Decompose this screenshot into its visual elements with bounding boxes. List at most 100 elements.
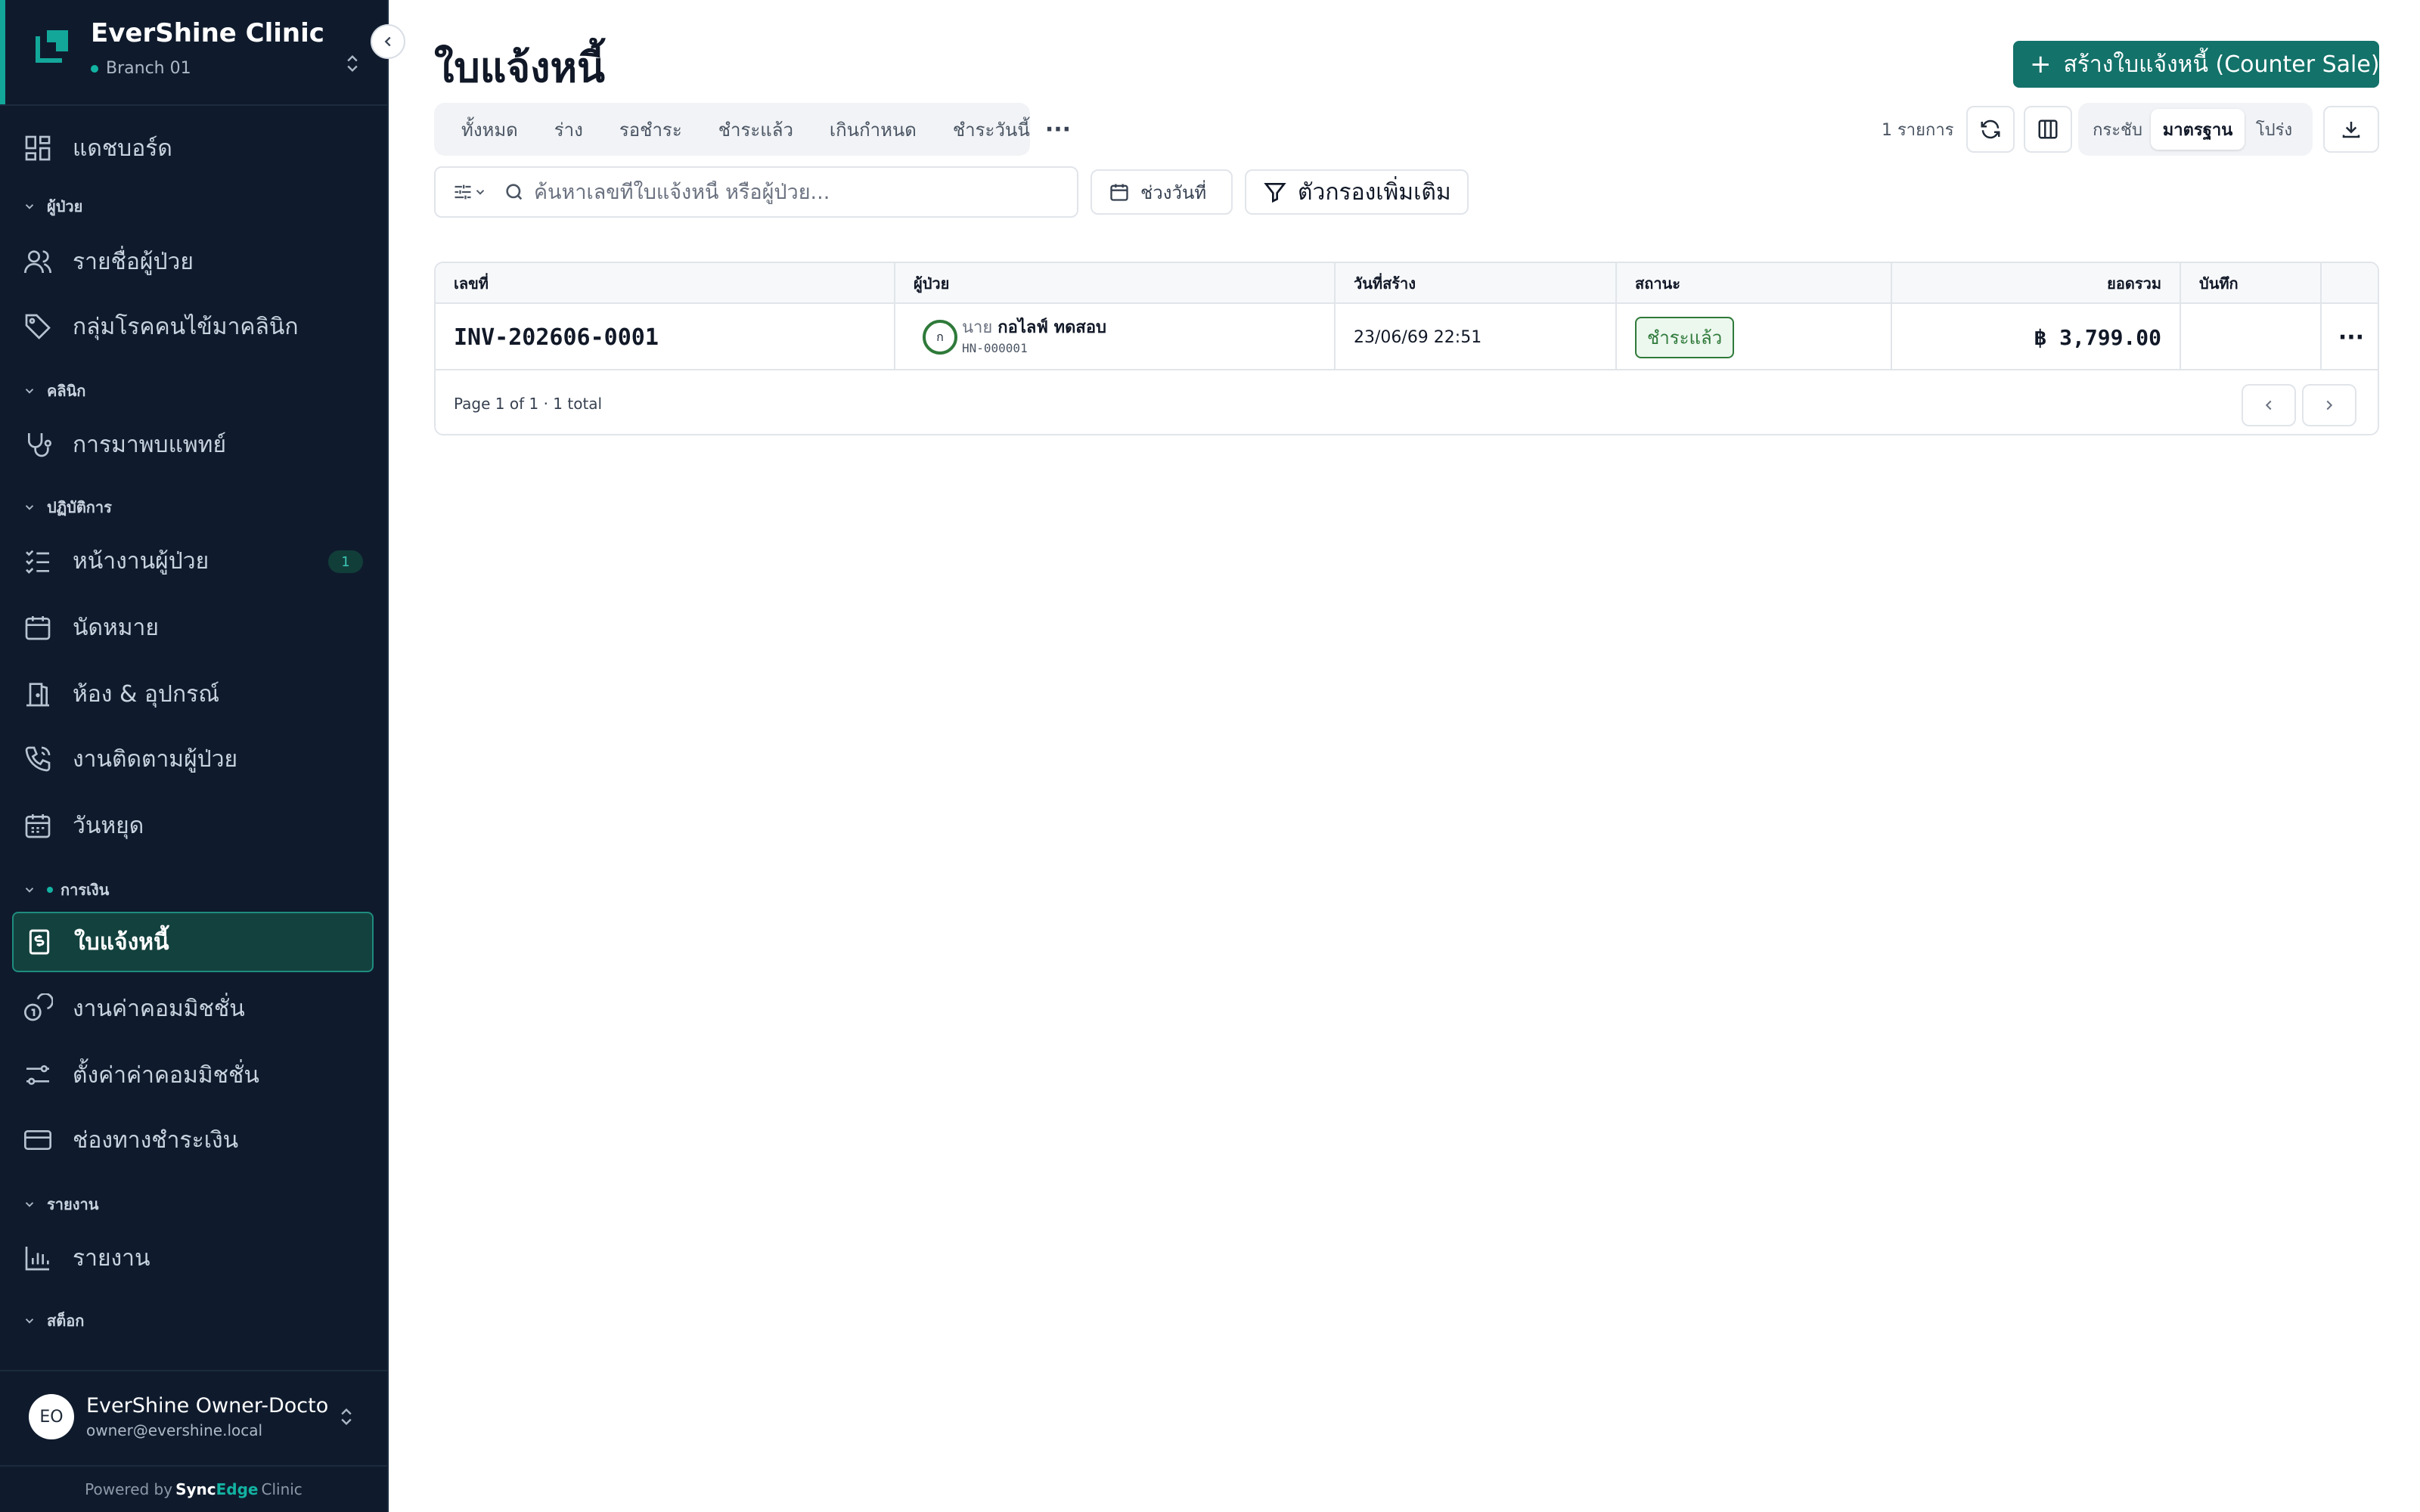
collapse-sidebar-button[interactable] [371, 24, 405, 59]
phone-icon [25, 746, 51, 772]
date-range-label: ช่วงวันที่ [1140, 181, 1207, 203]
invoice-number[interactable]: INV-202606-0001 [454, 324, 659, 351]
search-icon [506, 184, 523, 200]
brand-header[interactable]: EverShine Clinic Branch 01 [0, 0, 387, 106]
patient-hn: HN-000001 [962, 341, 1028, 356]
col-created[interactable]: วันที่สร้าง [1336, 263, 1617, 304]
branch-name: Branch 01 [106, 59, 191, 78]
sidebar-item-label: หน้างานผู้ป่วย [73, 547, 209, 575]
chevrons-up-down-icon[interactable] [342, 53, 363, 74]
refresh-button[interactable] [1966, 106, 2015, 153]
tab-paid-today[interactable]: ชำระวันนี้ [935, 110, 1048, 148]
status-badge: ชำระแล้ว [1635, 316, 1735, 358]
section-label: ปฏิบัติการ [47, 498, 112, 516]
page-title: ใบแจ้งหนี้ [434, 44, 605, 91]
powered-brand-edge: Edge [216, 1480, 259, 1498]
sidebar-item-label: งานค่าคอมมิชชั่น [73, 995, 245, 1022]
sidebar-item-patient-list[interactable]: รายชื่อผู้ป่วย [12, 231, 374, 292]
cell-note [2181, 304, 2322, 370]
next-page-button[interactable] [2302, 384, 2356, 426]
date-range-button[interactable]: ช่วงวันที่ [1091, 169, 1233, 215]
sidebar-item-label: แดชบอร์ด [73, 135, 172, 162]
columns-icon [2038, 119, 2058, 139]
user-email: owner@evershine.local [86, 1421, 263, 1439]
more-filters-button[interactable]: ตัวกรองเพิ่มเติม [1245, 169, 1469, 215]
cell-total: ฿ 3,799.00 [1892, 304, 2181, 370]
users-icon [24, 250, 51, 274]
section-label: การเงิน [60, 881, 110, 899]
search-input[interactable] [534, 180, 1063, 204]
columns-button[interactable] [2024, 106, 2072, 153]
sidebar-item-payment-channels[interactable]: ช่องทางชำระเงิน [12, 1110, 374, 1170]
col-invoice-no[interactable]: เลขที่ [436, 263, 895, 304]
density-compact[interactable]: กระชับ [2084, 109, 2151, 150]
patient-name: กอไลฟ์ ทดสอบ [997, 318, 1107, 338]
section-operations[interactable]: ปฏิบัติการ [23, 496, 112, 519]
section-label: คลินิก [47, 382, 86, 400]
sidebar-item-holidays[interactable]: วันหยุด [12, 795, 374, 856]
refresh-icon [1981, 119, 2000, 139]
sidebar: EverShine Clinic Branch 01 แดชบอร์ด ผู้ป… [0, 0, 389, 1512]
tab-paid[interactable]: ชำระแล้ว [700, 110, 811, 148]
sidebar-item-label: ช่องทางชำระเงิน [73, 1126, 239, 1154]
sidebar-item-rooms-equipment[interactable]: ห้อง & อุปกรณ์ [12, 664, 374, 724]
sidebar-item-commission-settings[interactable]: ตั้งค่าค่าคอมมิชชั่น [12, 1045, 374, 1105]
sidebar-item-doctor-visits[interactable]: การมาพบแพทย์ [12, 414, 374, 475]
cell-invoice-no[interactable]: INV-202606-0001 [436, 304, 895, 370]
more-tabs-button[interactable]: ··· [1042, 113, 1074, 145]
sidebar-item-reports[interactable]: รายงาน [12, 1228, 374, 1288]
section-patients[interactable]: ผู้ป่วย [23, 195, 82, 218]
create-invoice-button[interactable]: + สร้างใบแจ้งหนี้ (Counter Sale) [2013, 41, 2380, 88]
density-standard[interactable]: มาตรฐาน [2151, 109, 2245, 150]
tab-overdue[interactable]: เกินกำหนด [811, 110, 935, 148]
invoice-total: ฿ 3,799.00 [2034, 324, 2161, 350]
clinic-logo-icon [36, 30, 68, 63]
table-pagination: Page 1 of 1 · 1 total [436, 372, 2378, 434]
sidebar-item-disease-groups[interactable]: กลุ่มโรคคนไข้มาคลินิก [12, 296, 374, 357]
user-menu[interactable]: EO EverShine Owner-Doctor owner@evershin… [0, 1370, 387, 1464]
bar-chart-icon [25, 1247, 49, 1271]
chevron-down-icon [25, 1202, 34, 1207]
branch-status-dot [91, 65, 98, 73]
chevron-down-icon [476, 190, 485, 195]
sidebar-item-invoices[interactable]: ใบแจ้งหนี้ [12, 912, 374, 972]
search-bar [434, 166, 1078, 218]
sidebar-item-patient-followup[interactable]: งานติดตามผู้ป่วย [12, 729, 374, 789]
search-field-selector[interactable] [452, 181, 490, 203]
sidebar-item-dashboard[interactable]: แดชบอร์ด [12, 118, 374, 178]
col-patient[interactable]: ผู้ป่วย [895, 263, 1336, 304]
density-comfortable[interactable]: โปร่ง [2245, 109, 2304, 150]
credit-card-icon [24, 1130, 51, 1150]
tab-draft[interactable]: ร่าง [536, 110, 601, 148]
sidebar-item-patient-queue[interactable]: หน้างานผู้ป่วย 1 [12, 531, 374, 591]
created-date: 23/06/69 22:51 [1354, 327, 1482, 347]
dashboard-icon [25, 135, 51, 161]
list-filter-icon [455, 184, 471, 200]
section-reports[interactable]: รายงาน [23, 1193, 98, 1216]
chevron-left-icon [384, 36, 391, 47]
section-clinic[interactable]: คลินิก [23, 380, 85, 402]
col-note[interactable]: บันทึก [2181, 263, 2322, 304]
section-finance[interactable]: การเงิน [23, 878, 109, 901]
powered-by-footer: Powered by SyncEdge Clinic [0, 1465, 387, 1512]
tab-pending[interactable]: รอชำระ [601, 110, 700, 148]
status-tabs: ทั้งหมด ร่าง รอชำระ ชำระแล้ว เกินกำหนด ช… [434, 103, 1030, 156]
chevrons-up-down-icon[interactable] [336, 1406, 357, 1427]
prev-page-button[interactable] [2242, 384, 2296, 426]
export-button[interactable] [2323, 106, 2379, 153]
sidebar-item-label: วันหยุด [73, 812, 144, 839]
section-stock[interactable]: สต็อก [23, 1309, 84, 1332]
col-status[interactable]: สถานะ [1617, 263, 1892, 304]
powered-prefix: Powered by [85, 1480, 173, 1498]
cell-patient[interactable]: ก นาย กอไลฟ์ ทดสอบ HN-000001 [895, 304, 1336, 370]
sidebar-item-appointments[interactable]: นัดหมาย [12, 597, 374, 658]
col-total[interactable]: ยอดรวม [1892, 263, 2181, 304]
invoice-icon [29, 929, 50, 955]
clinic-name: EverShine Clinic [91, 18, 324, 48]
tab-all[interactable]: ทั้งหมด [443, 110, 536, 148]
sidebar-item-commission-jobs[interactable]: งานค่าคอมมิชชั่น [12, 978, 374, 1039]
chevron-right-icon [2326, 400, 2333, 411]
avatar: EO [29, 1394, 74, 1439]
row-actions-menu-icon[interactable]: ··· [2338, 324, 2364, 351]
table-row[interactable]: INV-202606-0001 ก นาย กอไลฟ์ ทดสอบ HN-00… [436, 304, 2378, 370]
